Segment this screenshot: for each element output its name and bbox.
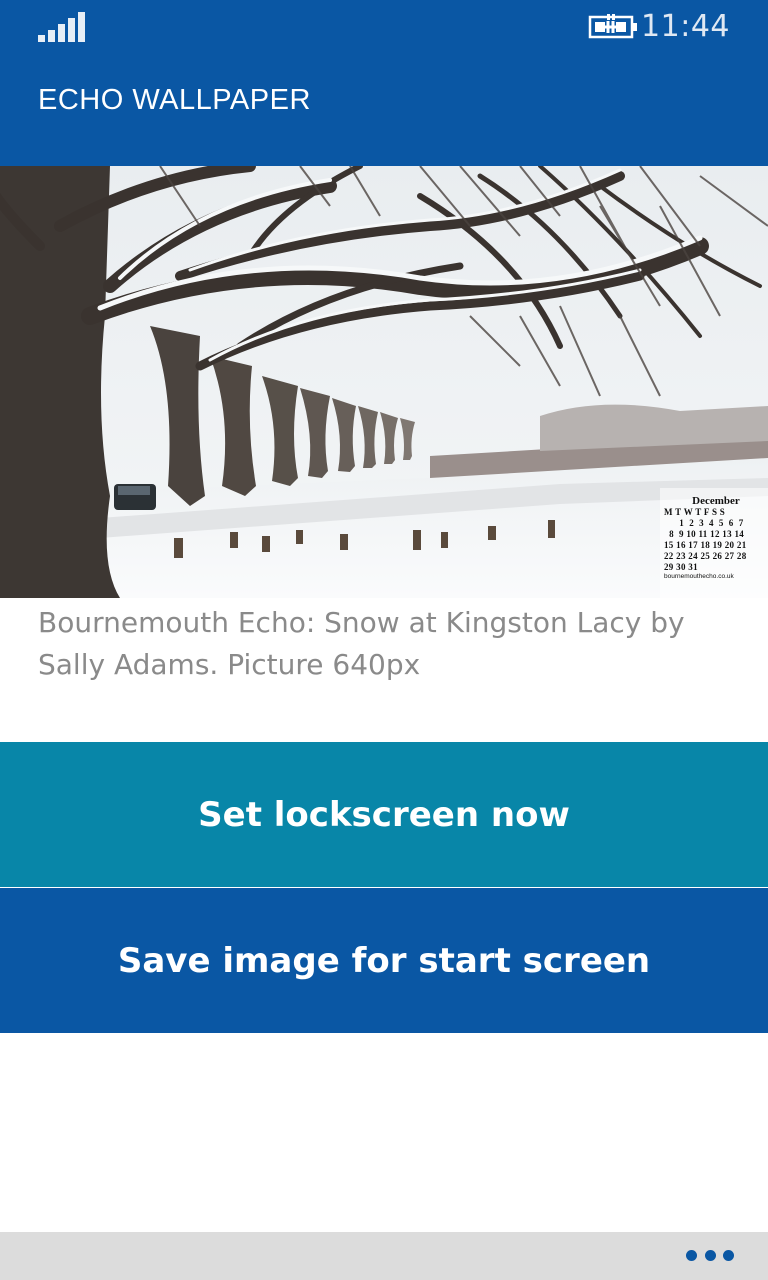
calendar-week: 15 16 17 18 19 20 21 (664, 540, 747, 550)
calendar-week: 1 2 3 4 5 6 7 (664, 518, 744, 528)
signal-strength-icon (38, 12, 86, 42)
app-title: ECHO WALLPAPER (38, 84, 311, 116)
calendar-week: 22 23 24 25 26 27 28 (664, 551, 747, 561)
image-caption: Bournemouth Echo: Snow at Kingston Lacy … (38, 606, 685, 681)
calendar-week: 8 9 10 11 12 13 14 (664, 529, 745, 539)
set-lockscreen-button[interactable]: Set lockscreen now (0, 742, 768, 887)
calendar-site: bournemouthecho.co.uk (664, 573, 734, 580)
battery-charging-icon (588, 12, 640, 42)
app-root: 11:44 ECHO WALLPAPER December M T W T F … (0, 0, 768, 1280)
calendar-week: 29 30 31 (664, 562, 698, 572)
header-bar: 11:44 ECHO WALLPAPER (0, 0, 768, 166)
calendar-month: December (692, 495, 740, 507)
wallpaper-image (0, 166, 768, 598)
save-image-button[interactable]: Save image for start screen (0, 888, 768, 1033)
calendar-overlay: December M T W T F S S 1 2 3 4 5 6 7 8 9… (664, 495, 764, 580)
ellipsis-icon[interactable] (686, 1250, 734, 1264)
clock: 11:44 (641, 9, 730, 44)
app-bar (0, 1232, 768, 1280)
calendar-weekdays: M T W T F S S (664, 507, 726, 517)
